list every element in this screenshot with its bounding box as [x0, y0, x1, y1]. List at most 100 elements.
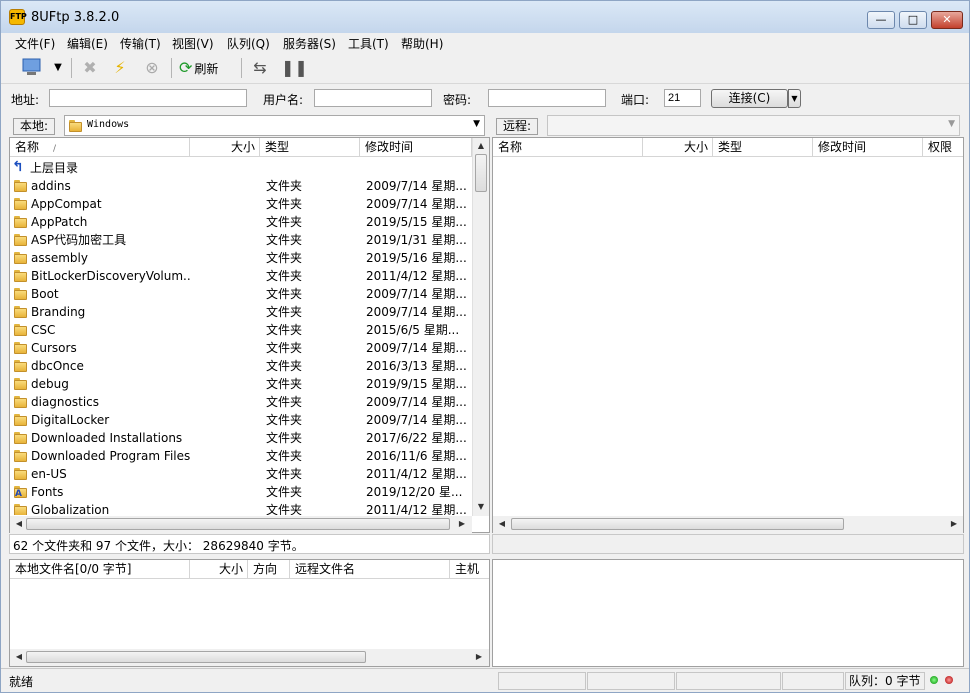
address-input[interactable]	[49, 89, 247, 107]
folder-icon	[14, 234, 27, 246]
connect-button[interactable]: 连接(C)	[711, 89, 788, 108]
remote-path-select[interactable]: ▼	[547, 115, 960, 136]
title-bar: FTP 8UFtp 3.8.2.0 — □ ✕	[1, 1, 969, 33]
table-row[interactable]: ASP代码加密工具 文件夹 2019/1/31 星期...	[10, 231, 468, 249]
table-row[interactable]: Cursors 文件夹 2009/7/14 星期...	[10, 339, 468, 357]
status-bar: 就绪 队列：0 字节	[1, 668, 969, 692]
table-row[interactable]: DigitalLocker 文件夹 2009/7/14 星期...	[10, 411, 468, 429]
port-input[interactable]	[664, 89, 701, 107]
queue-hscroll[interactable]: ◀ ▶	[10, 649, 489, 666]
disconnect-icon[interactable]: ✖	[79, 57, 101, 79]
table-row[interactable]: debug 文件夹 2019/9/15 星期...	[10, 375, 468, 393]
file-name: debug	[31, 377, 69, 391]
connect-dropdown-icon[interactable]: ▼	[788, 89, 801, 108]
remote-summary	[492, 534, 964, 554]
table-row[interactable]: Branding 文件夹 2009/7/14 星期...	[10, 303, 468, 321]
file-name: assembly	[31, 251, 88, 265]
folder-icon	[14, 252, 27, 264]
password-label: 密码:	[443, 93, 472, 107]
scroll-left-icon: ◀	[498, 519, 506, 528]
col-name[interactable]: 名称	[493, 138, 643, 157]
menu-help[interactable]: 帮助(H)	[401, 35, 443, 52]
table-row[interactable]: AppCompat 文件夹 2009/7/14 星期...	[10, 195, 468, 213]
table-row[interactable]: dbcOnce 文件夹 2016/3/13 星期...	[10, 357, 468, 375]
table-row[interactable]: Boot 文件夹 2009/7/14 星期...	[10, 285, 468, 303]
file-type: 文件夹	[266, 305, 303, 319]
refresh-icon: ⟳	[179, 58, 193, 77]
remote-hscroll[interactable]: ◀ ▶	[493, 516, 963, 533]
table-row[interactable]: CSC 文件夹 2015/6/5 星期...	[10, 321, 468, 339]
menu-server[interactable]: 服务器(S)	[283, 35, 336, 52]
menu-file[interactable]: 文件(F)	[15, 35, 55, 52]
password-input[interactable]	[488, 89, 606, 107]
folder-icon	[14, 396, 27, 408]
table-row[interactable]: Downloaded Program Files 文件夹 2016/11/6 星期.…	[10, 447, 468, 465]
local-vscroll[interactable]: ▲ ▼	[472, 138, 489, 516]
table-row[interactable]: A Fonts 文件夹 2019/12/20 星...	[10, 483, 468, 501]
col-host[interactable]: 主机	[450, 560, 489, 579]
fonts-folder-icon: A	[14, 486, 27, 499]
file-mtime: 2009/7/14 星期...	[366, 413, 466, 427]
window-title: 8UFtp 3.8.2.0	[31, 10, 120, 25]
file-mtime: 2019/1/31 星期...	[366, 233, 466, 247]
menu-transfer[interactable]: 传输(T)	[120, 35, 161, 52]
username-input[interactable]	[314, 89, 432, 107]
table-row[interactable]: en-US 文件夹 2011/4/12 星期...	[10, 465, 468, 483]
transfer-mode-icon[interactable]: ⇆	[249, 57, 271, 79]
menu-tools[interactable]: 工具(T)	[348, 35, 389, 52]
col-direction[interactable]: 方向	[248, 560, 290, 579]
parent-dir-row[interactable]: ↰ 上层目录	[10, 159, 468, 177]
col-name[interactable]: 名称 /	[10, 138, 190, 157]
queue-header: 本地文件名[0/0 字节] 大小 方向 远程文件名 主机	[10, 560, 489, 579]
file-name: Downloaded Installations	[31, 431, 183, 445]
folder-icon	[14, 306, 27, 318]
toolbar: ▼ ✖ ⚡ ⊗ ⟳ 刷新 ⇆ ❚❚	[1, 52, 969, 84]
col-type[interactable]: 类型	[713, 138, 813, 157]
reconnect-icon[interactable]: ⚡	[109, 57, 131, 79]
col-size[interactable]: 大小	[190, 560, 248, 579]
site-manager-icon[interactable]	[21, 57, 43, 79]
menu-edit[interactable]: 编辑(E)	[67, 35, 108, 52]
col-local-file[interactable]: 本地文件名[0/0 字节]	[10, 560, 190, 579]
menu-queue[interactable]: 队列(Q)	[227, 35, 270, 52]
log-panel	[492, 559, 964, 667]
pause-icon[interactable]: ❚❚	[281, 57, 308, 79]
col-mtime[interactable]: 修改时间	[813, 138, 923, 157]
scroll-thumb	[26, 651, 366, 663]
col-size[interactable]: 大小	[643, 138, 713, 157]
dropdown-arrow-icon[interactable]: ▼	[47, 57, 69, 79]
table-row[interactable]: addins 文件夹 2009/7/14 星期...	[10, 177, 468, 195]
table-row[interactable]: Downloaded Installations 文件夹 2017/6/22 星期.…	[10, 429, 468, 447]
file-name: AppPatch	[31, 215, 88, 229]
col-mtime[interactable]: 修改时间	[360, 138, 472, 157]
file-mtime: 2016/3/13 星期...	[366, 359, 466, 373]
stop-icon[interactable]: ⊗	[141, 57, 163, 79]
menu-view[interactable]: 视图(V)	[172, 35, 214, 52]
file-mtime: 2009/7/14 星期...	[366, 287, 466, 301]
local-header: 名称 / 大小 类型 修改时间	[10, 138, 472, 157]
table-row[interactable]: AppPatch 文件夹 2019/5/15 星期...	[10, 213, 468, 231]
file-mtime: 2017/6/22 星期...	[366, 431, 466, 445]
local-hscroll[interactable]: ◀ ▶	[10, 516, 472, 533]
local-rows: ↰ 上层目录 addins 文件夹 2009/7/14 星期... AppCompat…	[10, 159, 472, 515]
table-row[interactable]: BitLockerDiscoveryVolum... 文件夹 2011/4/12 星…	[10, 267, 468, 285]
maximize-button[interactable]: □	[899, 11, 927, 29]
col-size[interactable]: 大小	[190, 138, 260, 157]
file-name: en-US	[31, 467, 67, 481]
minimize-button[interactable]: —	[867, 11, 895, 29]
table-row[interactable]: assembly 文件夹 2019/5/16 星期...	[10, 249, 468, 267]
col-type[interactable]: 类型	[260, 138, 360, 157]
table-row[interactable]: Globalization 文件夹 2011/4/12 星期...	[10, 501, 468, 515]
file-type: 文件夹	[266, 485, 303, 499]
refresh-button[interactable]: ⟳ 刷新	[179, 57, 237, 79]
file-type: 文件夹	[266, 269, 303, 283]
col-remote-file[interactable]: 远程文件名	[290, 560, 450, 579]
file-name: dbcOnce	[31, 359, 84, 373]
file-mtime: 2019/9/15 星期...	[366, 377, 466, 391]
local-path-select[interactable]: Windows ▼	[64, 115, 485, 136]
remote-label: 远程:	[496, 118, 539, 135]
close-button[interactable]: ✕	[931, 11, 963, 29]
col-permissions[interactable]: 权限	[923, 138, 963, 157]
scroll-thumb	[26, 518, 450, 530]
table-row[interactable]: diagnostics 文件夹 2009/7/14 星期...	[10, 393, 468, 411]
